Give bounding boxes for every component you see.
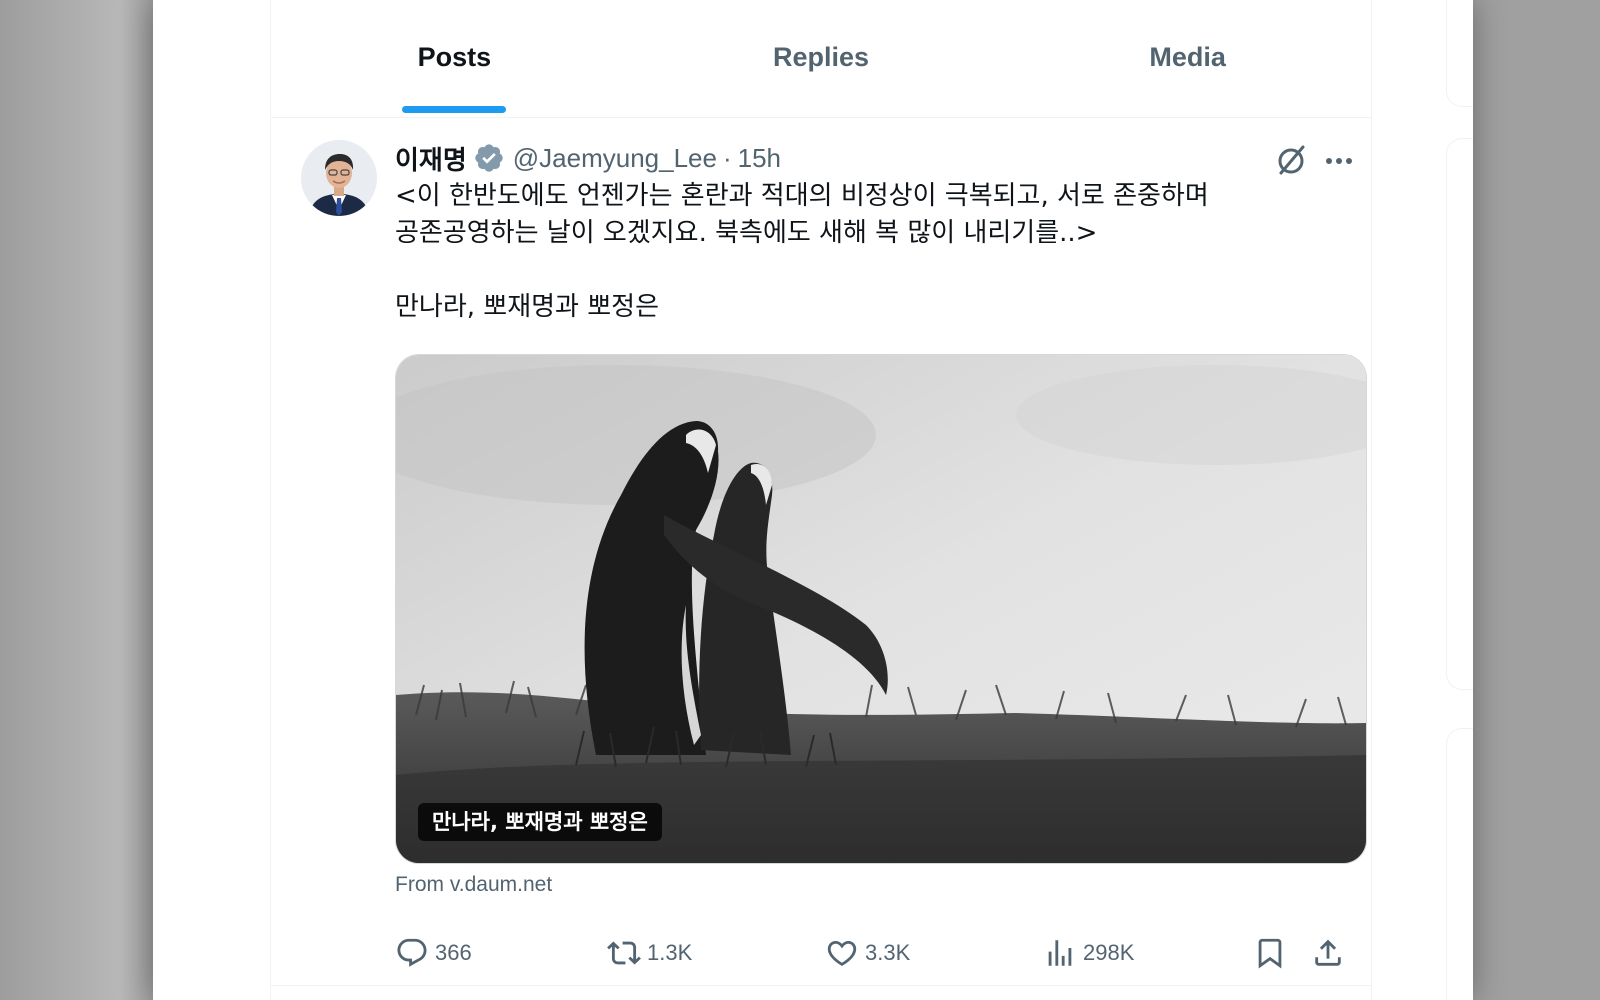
- tab-replies[interactable]: Replies: [638, 0, 1005, 117]
- reply-count: 366: [435, 940, 472, 965]
- heart-icon: [827, 940, 857, 966]
- bookmark-icon: [1258, 938, 1282, 969]
- tweet[interactable]: 이재명 @Jaemyung_Lee · 15h <이 한반도에도 언젠가는 혼란…: [271, 118, 1371, 986]
- tab-posts[interactable]: Posts: [271, 0, 638, 117]
- penguins-photo: [396, 355, 1366, 863]
- display-name[interactable]: 이재명: [395, 140, 467, 177]
- tab-replies-label: Replies: [772, 42, 870, 72]
- link-source[interactable]: From v.daum.net: [395, 873, 552, 897]
- views-button[interactable]: 298K: [1043, 928, 1134, 978]
- sidebar-card-edge: [1446, 0, 1473, 107]
- tweet-header: 이재명 @Jaemyung_Lee · 15h: [395, 138, 781, 178]
- views-icon: [1048, 940, 1072, 966]
- like-count: 3.3K: [865, 940, 911, 965]
- sidebar-card-edge: [1446, 138, 1473, 690]
- user-handle[interactable]: @Jaemyung_Lee: [513, 143, 717, 174]
- tab-media-label: Media: [1149, 42, 1226, 72]
- tweet-actions: 366 1.3K 3.3K 298K: [395, 928, 1365, 978]
- reply-button[interactable]: 366: [395, 928, 472, 978]
- verified-badge-icon[interactable]: [473, 142, 505, 174]
- bookmark-button[interactable]: [1253, 928, 1287, 978]
- timeline-column: Posts Replies Media 이재명 @Jaemyung_Lee · …: [270, 0, 1372, 1000]
- reply-icon: [397, 938, 427, 967]
- browser-page: Posts Replies Media 이재명 @Jaemyung_Lee · …: [153, 0, 1473, 1000]
- share-icon: [1315, 939, 1341, 966]
- views-count: 298K: [1083, 940, 1135, 965]
- link-card-caption: 만나라, 뽀재명과 뽀정은: [418, 803, 662, 841]
- tweet-text: <이 한반도에도 언젠가는 혼란과 적대의 비정상이 극복되고, 서로 존중하며…: [395, 181, 1209, 322]
- like-button[interactable]: 3.3K: [825, 928, 910, 978]
- repost-count: 1.3K: [647, 940, 693, 965]
- tab-media[interactable]: Media: [1004, 0, 1371, 117]
- timestamp[interactable]: 15h: [738, 143, 781, 174]
- share-button[interactable]: [1311, 928, 1345, 978]
- grok-icon[interactable]: [1273, 142, 1309, 178]
- link-card-image[interactable]: 만나라, 뽀재명과 뽀정은: [395, 354, 1367, 864]
- separator-dot: ·: [722, 142, 732, 173]
- profile-tabs: Posts Replies Media: [271, 0, 1371, 118]
- repost-icon: [607, 941, 641, 965]
- active-tab-indicator: [402, 106, 507, 113]
- avatar[interactable]: [301, 140, 377, 216]
- tab-posts-label: Posts: [417, 42, 492, 72]
- repost-button[interactable]: 1.3K: [607, 928, 692, 978]
- more-icon[interactable]: [1321, 144, 1357, 178]
- sidebar-card-edge: [1446, 728, 1473, 1000]
